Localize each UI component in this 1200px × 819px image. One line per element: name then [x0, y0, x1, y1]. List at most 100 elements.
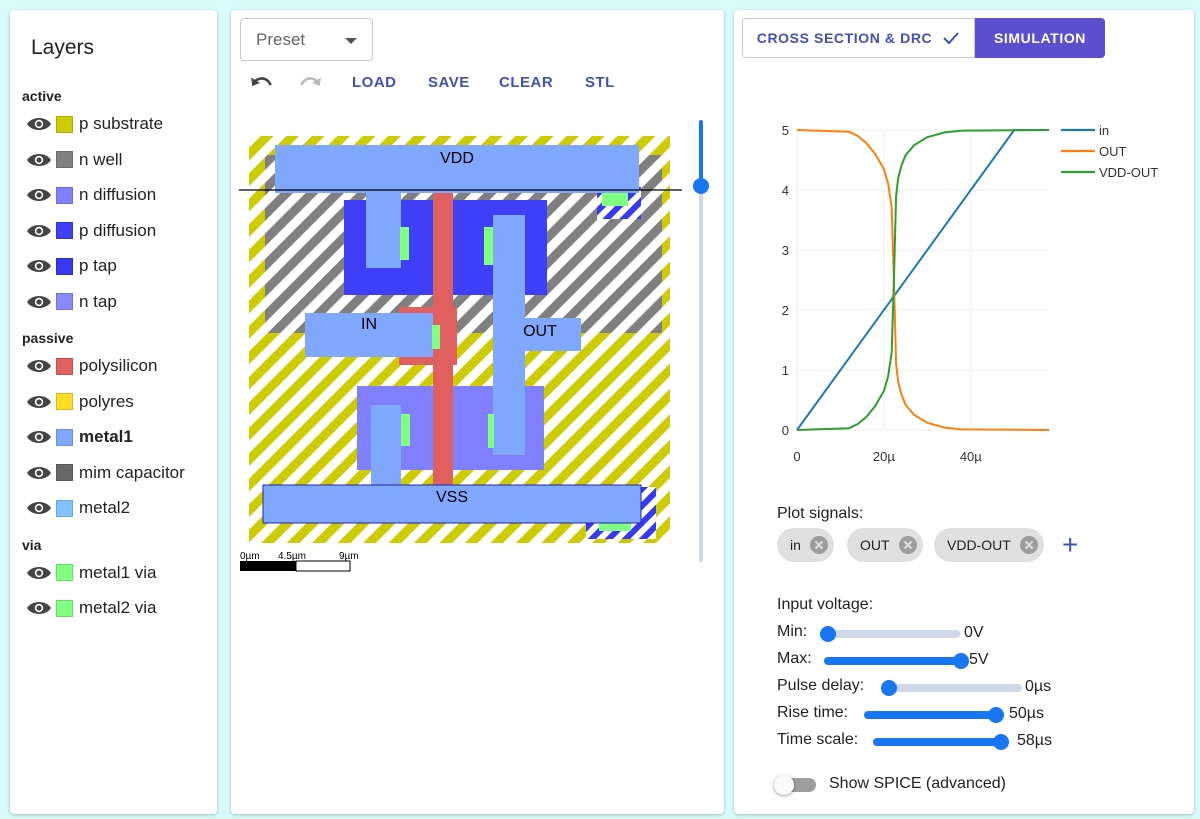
layer-color-swatch — [56, 257, 73, 275]
layer-color-swatch — [56, 564, 73, 581]
eye-icon[interactable] — [26, 465, 52, 481]
slider-thumb[interactable] — [953, 653, 969, 669]
layer-item-p-substrate[interactable]: p substrate — [26, 111, 163, 137]
slider-max[interactable] — [824, 653, 969, 669]
x-tick-label: 20µ — [873, 449, 895, 464]
signal-chip-label: VDD-OUT — [947, 537, 1011, 553]
eye-icon[interactable] — [26, 187, 52, 203]
simulation-panel: CROSS SECTION & DRC SIMULATION 0 1 2 3 4 5 0 20… — [734, 10, 1194, 814]
layer-item-metal2[interactable]: metal2 — [26, 495, 130, 521]
legend-label-in[interactable]: in — [1099, 123, 1109, 138]
slider-rise-time[interactable] — [864, 707, 1004, 723]
series-line-out[interactable] — [796, 129, 1050, 431]
eye-icon[interactable] — [26, 358, 52, 374]
legend-label-vdd-out[interactable]: VDD-OUT — [1099, 165, 1158, 180]
tab-cross-section[interactable]: CROSS SECTION & DRC — [742, 18, 975, 58]
signal-chip-label: in — [790, 537, 801, 553]
chevron-down-icon — [345, 38, 357, 44]
slider-fill — [864, 711, 996, 719]
slider-thumb[interactable] — [881, 680, 897, 696]
eye-icon[interactable] — [26, 152, 52, 168]
show-spice-toggle[interactable] — [774, 775, 816, 795]
layer-name: p diffusion — [79, 220, 157, 240]
clear-button[interactable]: CLEAR — [499, 74, 553, 91]
layer-item-metal2-via[interactable]: metal2 via — [26, 595, 156, 621]
tab-simulation[interactable]: SIMULATION — [975, 18, 1105, 58]
layer-item-n-well[interactable]: n well — [26, 147, 122, 173]
layer-name: n diffusion — [79, 185, 157, 204]
signal-chip-out[interactable]: OUT — [847, 528, 923, 562]
remove-signal-icon[interactable] — [809, 536, 828, 554]
layer-item-mim-capacitor[interactable]: mim capacitor — [26, 460, 185, 486]
layer-item-p-tap[interactable]: p tap — [26, 253, 117, 279]
layer-item-n-tap[interactable]: n tap — [26, 289, 117, 315]
layer-color-swatch — [56, 186, 73, 204]
layer-color-swatch — [56, 393, 73, 410]
series-line-vdd-out[interactable] — [796, 129, 1050, 431]
eye-icon[interactable] — [26, 500, 52, 516]
cross-section-slider[interactable] — [693, 120, 709, 562]
slider-thumb[interactable] — [993, 734, 1009, 750]
y-tick-label: 2 — [782, 303, 789, 318]
metal1-via[interactable] — [401, 414, 410, 446]
eye-icon[interactable] — [26, 294, 52, 310]
signal-chip-in[interactable]: in — [777, 528, 834, 562]
eye-icon[interactable] — [26, 429, 52, 445]
signal-chip-vdd-out[interactable]: VDD-OUT — [934, 528, 1044, 562]
stl-button[interactable]: STL — [585, 74, 615, 91]
eye-icon[interactable] — [26, 116, 52, 132]
eye-icon[interactable] — [26, 394, 52, 410]
layer-color-swatch — [56, 151, 73, 168]
save-button[interactable]: SAVE — [428, 74, 470, 91]
eye-icon[interactable] — [26, 565, 52, 581]
vdd-label: VDD — [440, 150, 474, 167]
simulation-plot[interactable]: 0 1 2 3 4 5 0 20µ 40µ in OUT VDD-OUT — [764, 110, 1174, 480]
metal1-vdd-strap[interactable] — [366, 193, 401, 268]
layer-item-polyres[interactable]: polyres — [26, 389, 134, 415]
remove-signal-icon[interactable] — [1019, 536, 1038, 554]
layer-item-metal1[interactable]: metal1 — [26, 424, 133, 450]
slider-time-scale[interactable] — [873, 734, 1009, 750]
slider-fill — [873, 738, 1001, 746]
eye-icon[interactable] — [26, 258, 52, 274]
layout-canvas[interactable]: VDD VSS IN OUT 0µm 4.5µm 9µm — [231, 115, 691, 575]
metal1-via[interactable] — [400, 227, 409, 260]
signal-chip-label: OUT — [860, 537, 890, 553]
layer-name: metal1 — [79, 427, 133, 446]
remove-signal-icon[interactable] — [898, 536, 917, 554]
metal1-via[interactable] — [484, 227, 493, 265]
slider-min[interactable] — [820, 626, 960, 642]
layer-item-metal1-via[interactable]: metal1 via — [26, 560, 156, 586]
tab-cross-section-label: CROSS SECTION & DRC — [756, 30, 933, 46]
preset-select[interactable]: Preset — [240, 18, 373, 61]
layer-name: metal2 — [79, 498, 131, 517]
slider-label-rise-time: Rise time: — [777, 704, 849, 721]
layer-name: n tap — [79, 291, 117, 311]
layer-item-polysilicon[interactable]: polysilicon — [26, 353, 157, 379]
show-spice-label: Show SPICE (advanced) — [829, 775, 1006, 792]
series-line-in[interactable] — [796, 129, 1049, 431]
redo-icon[interactable] — [297, 73, 323, 95]
metal1-vss-strap[interactable] — [371, 405, 401, 487]
eye-icon[interactable] — [26, 223, 52, 239]
view-tabs: CROSS SECTION & DRC SIMULATION — [742, 18, 1105, 58]
preset-label: Preset — [256, 29, 306, 49]
layer-item-p-diffusion[interactable]: p diffusion — [26, 218, 156, 244]
layers-title: Layers — [31, 36, 95, 59]
undo-icon[interactable] — [249, 73, 275, 95]
layer-color-swatch — [56, 357, 73, 375]
slider-pulse-delay[interactable] — [881, 680, 1022, 696]
layer-name: polyres — [79, 391, 134, 411]
slider-thumb[interactable] — [988, 707, 1004, 723]
metal1-via[interactable] — [432, 325, 440, 349]
eye-icon[interactable] — [26, 600, 52, 616]
slider-thumb[interactable] — [820, 626, 836, 642]
slider-value-time-scale: 58µs — [1017, 732, 1053, 749]
metal1-out-net[interactable] — [493, 215, 525, 455]
scale-label-2: 9µm — [339, 551, 359, 562]
legend-label-out[interactable]: OUT — [1099, 144, 1127, 159]
add-signal-icon[interactable]: + — [1062, 529, 1078, 561]
metal1-via[interactable] — [488, 414, 494, 448]
load-button[interactable]: LOAD — [352, 74, 397, 91]
layer-item-n-diffusion[interactable]: n diffusion — [26, 182, 156, 208]
